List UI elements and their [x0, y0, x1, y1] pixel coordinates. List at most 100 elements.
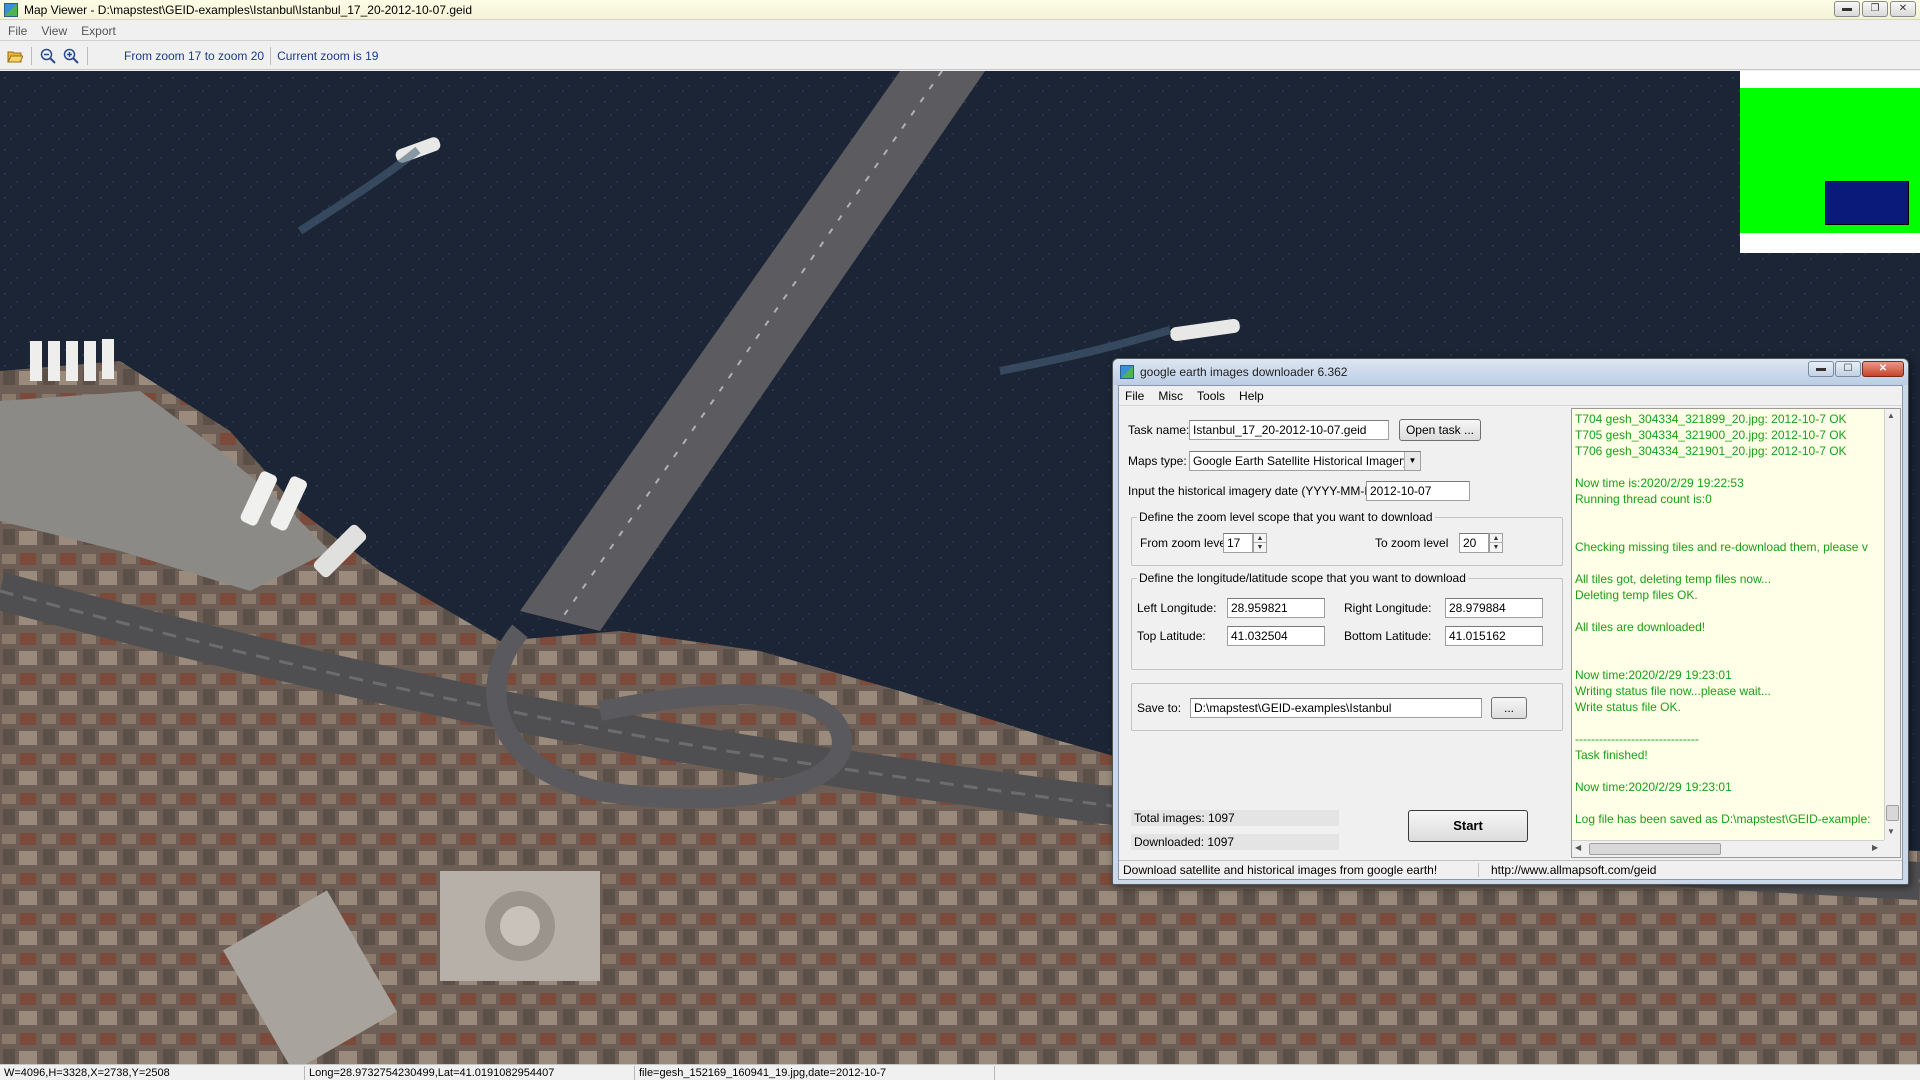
to-zoom-input[interactable]: 20	[1459, 533, 1489, 553]
open-task-button[interactable]: Open task ...	[1399, 419, 1481, 441]
dl-menu-help[interactable]: Help	[1239, 389, 1264, 403]
log-panel[interactable]: T704 gesh_304334_321899_20.jpg: 2012-10-…	[1571, 408, 1901, 858]
restore-button[interactable]: ❐	[1862, 1, 1888, 17]
zoom-out-icon[interactable]	[38, 46, 58, 66]
status-coordinates: Long=28.9732754230499,Lat=41.01910829544…	[305, 1065, 635, 1080]
toolbar-separator	[87, 46, 88, 65]
left-longitude-label: Left Longitude:	[1137, 601, 1217, 615]
downloader-client: File Misc Tools Help Task name: Istanbul…	[1118, 385, 1903, 880]
scroll-right-icon[interactable]: ▶	[1872, 843, 1878, 852]
right-longitude-label: Right Longitude:	[1344, 601, 1432, 615]
save-to-label: Save to:	[1137, 701, 1182, 715]
bottom-latitude-input[interactable]: 41.015162	[1445, 626, 1543, 646]
map-viewer-app-icon	[4, 2, 18, 17]
log-horizontal-scrollbar[interactable]: ◀ ▶	[1572, 840, 1886, 857]
log-line: All tiles got, deleting temp files now..…	[1575, 572, 1772, 586]
spinner-up-icon[interactable]: ▲	[1254, 534, 1266, 543]
chevron-down-icon[interactable]: ▼	[1404, 452, 1420, 470]
downloader-titlebar: google earth images downloader 6.362 ▬ ☐…	[1113, 359, 1908, 385]
current-zoom-label: Current zoom is 19	[277, 48, 379, 63]
task-name-input[interactable]: Istanbul_17_20-2012-10-07.geid	[1189, 420, 1389, 440]
scroll-left-icon[interactable]: ◀	[1575, 843, 1581, 852]
maps-type-select[interactable]: Google Earth Satellite Historical Imager…	[1189, 451, 1421, 471]
map-viewer-titlebar: Map Viewer - D:\mapstest\GEID-examples\I…	[0, 0, 1920, 20]
downloaded-field: Downloaded: 1097	[1131, 834, 1339, 850]
dl-menu-file[interactable]: File	[1125, 389, 1144, 403]
right-longitude-input[interactable]: 28.979884	[1445, 598, 1543, 618]
to-zoom-spinner[interactable]: ▲ ▼	[1489, 533, 1503, 553]
browse-button[interactable]: ...	[1491, 697, 1527, 719]
top-latitude-input[interactable]: 41.032504	[1227, 626, 1325, 646]
maps-type-label: Maps type:	[1128, 454, 1187, 468]
dl-menu-tools[interactable]: Tools	[1197, 389, 1225, 403]
log-line: T705 gesh_304334_321900_20.jpg: 2012-10-…	[1575, 428, 1847, 442]
dl-menu-misc[interactable]: Misc	[1158, 389, 1183, 403]
save-to-input[interactable]: D:\mapstest\GEID-examples\Istanbul	[1190, 698, 1482, 718]
zoom-range-label: From zoom 17 to zoom 20	[124, 48, 265, 63]
to-zoom-label: To zoom level	[1375, 536, 1449, 550]
lonlat-scope-title: Define the longitude/latitude scope that…	[1137, 571, 1468, 585]
overview-viewport-rect[interactable]	[1825, 181, 1909, 225]
log-vertical-thumb[interactable]	[1886, 805, 1899, 821]
toolbar-separator	[31, 46, 32, 65]
start-button[interactable]: Start	[1408, 810, 1528, 842]
from-zoom-input[interactable]: 17	[1223, 533, 1253, 553]
log-line: T706 gesh_304334_321901_20.jpg: 2012-10-…	[1575, 444, 1847, 458]
log-line: Now time:2020/2/29 19:23:01	[1575, 668, 1732, 682]
log-vertical-scrollbar[interactable]: ▲ ▼	[1884, 409, 1900, 841]
bottom-latitude-label: Bottom Latitude:	[1344, 629, 1432, 643]
toolbar-separator	[270, 46, 272, 65]
historical-date-label: Input the historical imagery date (YYYY-…	[1128, 484, 1389, 498]
historical-date-input[interactable]: 2012-10-07	[1366, 481, 1470, 501]
folder-open-icon[interactable]	[5, 46, 25, 66]
downloader-window-buttons: ▬ ☐ ✕	[1808, 361, 1904, 377]
overview-minimap[interactable]	[1740, 71, 1920, 253]
spinner-up-icon[interactable]: ▲	[1490, 534, 1502, 543]
spinner-down-icon[interactable]: ▼	[1254, 543, 1266, 552]
downloader-minimize-button[interactable]: ▬	[1808, 361, 1834, 377]
log-line: Running thread count is:0	[1575, 492, 1712, 506]
status-dimensions: W=4096,H=3328,X=2738,Y=2508	[0, 1065, 305, 1080]
top-latitude-label: Top Latitude:	[1137, 629, 1206, 643]
log-line: Now time is:2020/2/29 19:22:53	[1575, 476, 1744, 490]
scroll-up-icon[interactable]: ▲	[1887, 411, 1895, 420]
zoom-scope-group: Define the zoom level scope that you wan…	[1131, 510, 1563, 566]
close-button[interactable]: ✕	[1890, 1, 1916, 17]
scroll-down-icon[interactable]: ▼	[1887, 827, 1895, 836]
from-zoom-label: From zoom level	[1140, 536, 1229, 550]
log-line: Task finished!	[1575, 748, 1648, 762]
lonlat-scope-group: Define the longitude/latitude scope that…	[1131, 571, 1563, 670]
total-images-field: Total images: 1097	[1131, 810, 1339, 826]
downloader-close-button[interactable]: ✕	[1862, 361, 1904, 377]
log-horizontal-thumb[interactable]	[1589, 843, 1721, 855]
map-viewer-window-buttons: ▬ ❐ ✕	[1834, 1, 1916, 17]
map-viewer-menubar: File View Export	[0, 21, 1920, 41]
minimize-button[interactable]: ▬	[1834, 1, 1860, 17]
menu-export[interactable]: Export	[81, 24, 116, 38]
status-file: file=gesh_152169_160941_19.jpg,date=2012…	[635, 1065, 995, 1080]
log-line: Checking missing tiles and re-download t…	[1575, 540, 1868, 554]
maps-type-value: Google Earth Satellite Historical Imager…	[1193, 454, 1410, 468]
task-name-label: Task name:	[1128, 423, 1190, 437]
from-zoom-spinner[interactable]: ▲ ▼	[1253, 533, 1267, 553]
spinner-down-icon[interactable]: ▼	[1490, 543, 1502, 552]
log-line: -------------------------------	[1575, 732, 1699, 746]
status-website-link[interactable]: http://www.allmapsoft.com/geid	[1479, 863, 1660, 877]
downloader-maximize-button[interactable]: ☐	[1835, 361, 1861, 377]
menu-view[interactable]: View	[41, 24, 67, 38]
downloader-statusbar: Download satellite and historical images…	[1119, 860, 1902, 879]
downloader-app-icon	[1120, 365, 1134, 379]
zoom-in-icon[interactable]	[61, 46, 81, 66]
map-viewer-statusbar: W=4096,H=3328,X=2738,Y=2508 Long=28.9732…	[0, 1064, 1920, 1080]
log-line: All tiles are downloaded!	[1575, 620, 1706, 634]
zoom-scope-title: Define the zoom level scope that you wan…	[1137, 510, 1435, 524]
downloader-menubar: File Misc Tools Help	[1119, 386, 1902, 406]
left-longitude-input[interactable]: 28.959821	[1227, 598, 1325, 618]
log-line: Now time:2020/2/29 19:23:01	[1575, 780, 1732, 794]
log-line: Write status file OK.	[1575, 700, 1681, 714]
log-line: T704 gesh_304334_321899_20.jpg: 2012-10-…	[1575, 412, 1847, 426]
menu-file[interactable]: File	[8, 24, 27, 38]
map-viewer-toolbar: From zoom 17 to zoom 20 Current zoom is …	[0, 42, 1920, 70]
save-to-group: Save to: D:\mapstest\GEID-examples\Istan…	[1131, 683, 1563, 731]
log-line: Log file has been saved as D:\mapstest\G…	[1575, 812, 1871, 826]
